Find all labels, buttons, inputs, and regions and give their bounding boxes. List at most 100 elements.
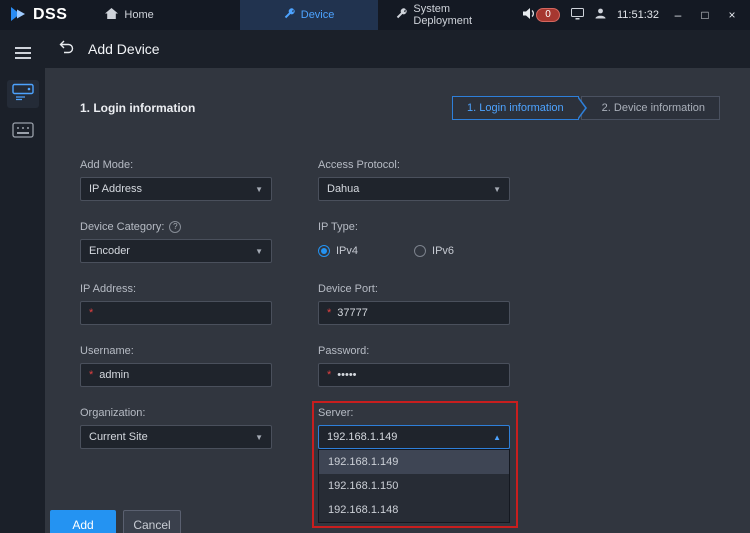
step-login-label: 1. Login information <box>467 102 564 114</box>
close-button[interactable]: × <box>724 8 740 22</box>
add-mode-label: Add Mode: <box>80 158 272 172</box>
chevron-down-icon: ▼ <box>493 185 501 194</box>
field-access-protocol: Access Protocol: Dahua ▼ <box>318 158 510 201</box>
step-indicator: 1. Login information 2. Device informati… <box>452 96 720 120</box>
required-marker: * <box>89 369 93 381</box>
monitor-icon[interactable] <box>571 8 584 23</box>
section-title: 1. Login information <box>80 101 195 115</box>
add-device-form: 1. Login information 1. Login informatio… <box>45 68 750 533</box>
device-port-label: Device Port: <box>318 282 510 296</box>
access-protocol-value: Dahua <box>327 183 359 195</box>
organization-value: Current Site <box>89 431 148 443</box>
field-device-category: Device Category: ? Encoder ▼ <box>80 220 272 263</box>
username-value: admin <box>99 369 129 381</box>
menu-button[interactable] <box>12 44 34 62</box>
user-icon[interactable] <box>595 8 606 22</box>
ip-address-label: IP Address: <box>80 282 272 296</box>
ipv6-label: IPv6 <box>432 245 454 257</box>
nav-tab-device-label: Device <box>301 9 335 21</box>
nav-tab-system-deployment[interactable]: System Deployment <box>384 0 523 30</box>
left-sidebar <box>0 30 45 533</box>
username-label: Username: <box>80 344 272 358</box>
field-device-port: Device Port: * 37777 <box>318 282 510 325</box>
organization-label: Organization: <box>80 406 272 420</box>
password-label: Password: <box>318 344 510 358</box>
device-category-select[interactable]: Encoder ▼ <box>80 239 272 263</box>
minimize-button[interactable]: – <box>670 8 686 22</box>
server-dropdown-panel: 192.168.1.149 192.168.1.150 192.168.1.14… <box>318 449 510 523</box>
required-marker: * <box>327 307 331 319</box>
chevron-down-icon: ▼ <box>255 433 263 442</box>
server-option-1[interactable]: 192.168.1.149 <box>319 450 509 474</box>
help-icon[interactable]: ? <box>169 221 181 233</box>
field-add-mode: Add Mode: IP Address ▼ <box>80 158 272 201</box>
nav-tab-system-deployment-label: System Deployment <box>413 3 511 27</box>
app-logo-text: DSS <box>33 6 67 24</box>
required-marker: * <box>327 369 331 381</box>
field-ip-address: IP Address: * <box>80 282 272 325</box>
dss-logo-icon <box>8 5 30 26</box>
ip-type-label: IP Type: <box>318 220 510 234</box>
chevron-down-icon: ▼ <box>255 185 263 194</box>
access-protocol-label: Access Protocol: <box>318 158 510 172</box>
ipv6-radio[interactable]: IPv6 <box>414 245 454 257</box>
ipv4-radio[interactable]: IPv4 <box>318 245 358 257</box>
add-mode-select[interactable]: IP Address ▼ <box>80 177 272 201</box>
organization-select[interactable]: Current Site ▼ <box>80 425 272 449</box>
radio-checked-icon <box>318 245 330 257</box>
page-title: Add Device <box>88 41 160 57</box>
password-value: ••••• <box>337 369 356 381</box>
device-port-value: 37777 <box>337 307 368 319</box>
titlebar-right-cluster: 0 11:51:32 – □ × <box>523 7 750 23</box>
form-footer: Add Cancel <box>50 510 181 533</box>
server-label: Server: <box>318 406 510 420</box>
nav-tab-home-label: Home <box>124 9 153 21</box>
nav-tab-home[interactable]: Home <box>89 0 169 30</box>
ipv4-label: IPv4 <box>336 245 358 257</box>
field-password: Password: * ••••• <box>318 344 510 387</box>
hamburger-icon <box>15 47 31 49</box>
field-organization: Organization: Current Site ▼ <box>80 406 272 449</box>
maximize-button[interactable]: □ <box>697 8 713 22</box>
back-arrow-icon <box>59 40 74 59</box>
radio-unchecked-icon <box>414 245 426 257</box>
chevron-down-icon: ▼ <box>255 247 263 256</box>
server-option-3[interactable]: 192.168.1.148 <box>319 498 509 522</box>
server-option-2[interactable]: 192.168.1.150 <box>319 474 509 498</box>
encoder-icon <box>12 122 34 143</box>
server-select[interactable]: 192.168.1.149 ▲ <box>318 425 510 449</box>
add-mode-value: IP Address <box>89 183 142 195</box>
step-device-information[interactable]: 2. Device information <box>581 96 720 120</box>
deployment-wrench-icon <box>396 8 407 22</box>
clock: 11:51:32 <box>617 9 659 21</box>
wrench-icon <box>284 8 295 22</box>
titlebar: DSS Home Device System Deployment 0 <box>0 0 750 30</box>
add-button[interactable]: Add <box>50 510 116 533</box>
back-button[interactable] <box>59 40 74 59</box>
access-protocol-select[interactable]: Dahua ▼ <box>318 177 510 201</box>
ip-address-input[interactable]: * <box>80 301 272 325</box>
device-category-label: Device Category: ? <box>80 220 272 234</box>
password-input[interactable]: * ••••• <box>318 363 510 387</box>
chevron-up-icon: ▲ <box>493 433 501 442</box>
home-icon <box>105 8 118 22</box>
device-port-input[interactable]: * 37777 <box>318 301 510 325</box>
page-header: Add Device <box>45 30 750 68</box>
username-input[interactable]: * admin <box>80 363 272 387</box>
required-marker: * <box>89 307 93 319</box>
device-manager-icon <box>12 83 34 106</box>
device-category-value: Encoder <box>89 245 130 257</box>
alarm-count-badge: 0 <box>536 8 560 22</box>
step-device-label: 2. Device information <box>602 102 705 114</box>
app-logo: DSS <box>0 5 79 26</box>
sidebar-item-encoder[interactable] <box>7 118 39 146</box>
step-login-information[interactable]: 1. Login information <box>452 96 579 120</box>
alarm-center-button[interactable]: 0 <box>523 7 560 23</box>
nav-tab-device[interactable]: Device <box>240 0 379 30</box>
cancel-button[interactable]: Cancel <box>123 510 181 533</box>
server-value: 192.168.1.149 <box>327 431 397 443</box>
sidebar-item-device-manager[interactable] <box>7 80 39 108</box>
field-server: Server: 192.168.1.149 ▲ 192.168.1.149 19… <box>318 406 510 449</box>
field-ip-type: IP Type: IPv4 IPv6 <box>318 220 510 263</box>
field-username: Username: * admin <box>80 344 272 387</box>
